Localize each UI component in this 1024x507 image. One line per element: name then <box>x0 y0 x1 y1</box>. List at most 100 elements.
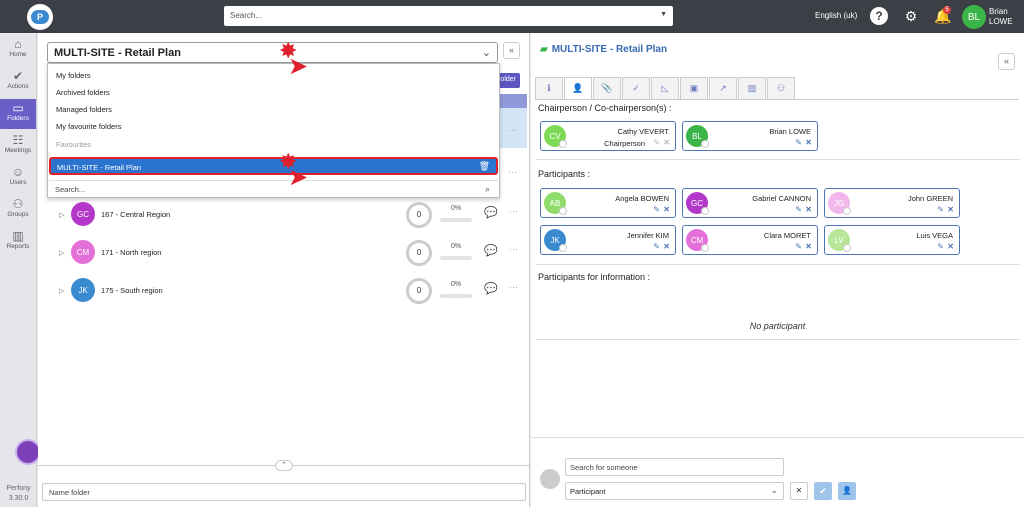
tab-image-icon[interactable]: ▨ <box>738 77 766 99</box>
tab-participants-icon[interactable]: 👤 <box>564 77 592 99</box>
avatar: JK <box>544 229 567 252</box>
search-someone-input[interactable]: Search for someone <box>565 458 784 476</box>
more-icon[interactable]: ⋯ <box>509 282 518 293</box>
participant-name: Angela BOWEN <box>615 194 669 203</box>
help-icon[interactable]: ? <box>870 7 888 25</box>
add-user-button[interactable]: 👤 <box>838 482 856 500</box>
pencil-icon[interactable]: ✎ <box>653 242 660 251</box>
chevron-down-icon[interactable]: ⌄ <box>770 485 778 496</box>
close-icon[interactable]: ✕ <box>947 242 954 251</box>
more-icon[interactable]: ⋯ <box>509 206 518 217</box>
tab-check-icon[interactable]: ✓ <box>622 77 650 99</box>
progress-percent: 0% <box>451 243 462 250</box>
empty-state-text: No participant <box>749 321 806 331</box>
table-header <box>500 94 527 108</box>
chevron-up-icon[interactable]: ⌃ <box>275 460 293 471</box>
pencil-icon[interactable]: ✎ <box>937 205 944 214</box>
menu-item-archived-folders[interactable]: Archived folders <box>56 88 110 97</box>
table-row[interactable]: ▷ CM 171 - North region 0 0% 💬 ⋯ <box>59 240 529 270</box>
dropdown-search-input[interactable]: Search... ⌕ <box>49 180 498 197</box>
comment-icon[interactable]: 💬 <box>484 282 498 295</box>
top-bar: P Search... ▼ English (uk) ? ⚙ 🔔 5 BL Br… <box>0 0 1024 33</box>
role-select[interactable]: Participant ⌄ <box>565 482 784 500</box>
table-row[interactable]: ▷ JK 175 - South region 0 0% 💬 ⋯ <box>59 278 529 308</box>
language-selector[interactable]: English (uk) <box>815 11 857 20</box>
close-icon[interactable]: ✕ <box>805 138 812 147</box>
menu-item-favourite-folders[interactable]: My favourite folders <box>56 122 121 131</box>
more-icon[interactable]: ⋯ <box>509 244 518 255</box>
close-icon: ✕ <box>795 486 803 495</box>
pencil-icon[interactable]: ✎ <box>937 242 944 251</box>
pencil-icon[interactable]: ✎ <box>795 138 802 147</box>
tab-chart-icon[interactable]: ◺ <box>651 77 679 99</box>
expand-icon[interactable]: ▷ <box>59 287 64 295</box>
sidebar-item-label: Reports <box>6 243 30 250</box>
tab-calendar-icon[interactable]: ▣ <box>680 77 708 99</box>
status-dot <box>559 140 567 148</box>
menu-item-my-folders[interactable]: My folders <box>56 71 91 80</box>
participant-card: JG John GREEN ✎ ✕ <box>824 188 960 218</box>
comment-icon[interactable]: 💬 <box>484 206 498 219</box>
chat-bubble-icon[interactable] <box>17 441 39 463</box>
sidebar: ⌂ Home ✔ Actions ▭ Folders ☷ Meetings ☺ Users… <box>0 33 37 507</box>
close-icon[interactable]: ✕ <box>663 242 670 251</box>
sidebar-item-users[interactable]: ☺ Users <box>0 163 36 193</box>
close-icon[interactable]: ✕ <box>947 205 954 214</box>
pencil-icon[interactable]: ✎ <box>653 138 660 147</box>
chevron-down-icon[interactable]: ▼ <box>660 11 667 18</box>
folder-name[interactable]: 175 - South region <box>101 286 163 295</box>
pencil-icon[interactable]: ✎ <box>795 242 802 251</box>
tab-groups-icon[interactable]: ⚇ <box>767 77 795 99</box>
avatar: BL <box>686 125 709 148</box>
participant-name: Clara MORET <box>763 231 811 240</box>
menu-item-selected-folder[interactable]: MULTI-SITE - Retail Plan 🗑 <box>49 157 498 175</box>
app-logo[interactable]: P <box>27 4 53 30</box>
menu-item-managed-folders[interactable]: Managed folders <box>56 105 112 114</box>
footer-divider <box>531 437 1024 438</box>
sidebar-item-label: Meetings <box>4 147 32 154</box>
pencil-icon[interactable]: ✎ <box>795 205 802 214</box>
pencil-icon[interactable]: ✎ <box>653 205 660 214</box>
tab-info-icon[interactable]: ℹ <box>535 77 563 99</box>
close-icon[interactable]: ✕ <box>663 138 670 147</box>
close-icon[interactable]: ✕ <box>663 205 670 214</box>
name-folder-input[interactable]: Name folder <box>42 483 526 501</box>
chevron-down-icon[interactable]: ⌄ <box>482 46 491 59</box>
cancel-button[interactable]: ✕ <box>790 482 808 500</box>
folders-panel: older ⋯ ⋯ MULTI-SITE - Retail Plan ⌄ « M… <box>38 33 530 507</box>
comment-icon[interactable]: 💬 <box>484 244 498 257</box>
status-dot <box>701 140 709 148</box>
confirm-button[interactable]: ✔ <box>814 482 832 500</box>
sidebar-item-meetings[interactable]: ☷ Meetings <box>0 131 36 161</box>
participant-name: Jennifer KIM <box>626 231 669 240</box>
collapse-left-icon[interactable]: « <box>503 42 520 59</box>
tab-trend-icon[interactable]: ↗ <box>709 77 737 99</box>
gear-icon[interactable]: ⚙ <box>902 7 920 25</box>
more-icon[interactable]: ⋯ <box>508 125 517 136</box>
sidebar-item-folders[interactable]: ▭ Folders <box>0 99 36 129</box>
trash-icon[interactable]: 🗑 <box>479 161 490 172</box>
avatar: GC <box>71 202 95 226</box>
user-avatar[interactable]: BL <box>962 5 986 29</box>
expand-icon[interactable]: ▷ <box>59 249 64 257</box>
tab-attachment-icon[interactable]: 📎 <box>593 77 621 99</box>
folder-select[interactable]: MULTI-SITE - Retail Plan ⌄ <box>47 42 498 63</box>
sidebar-item-groups[interactable]: ⚇ Groups <box>0 195 36 225</box>
global-search-input[interactable]: Search... ▼ <box>224 6 673 26</box>
collapse-right-icon[interactable]: « <box>998 53 1015 70</box>
avatar-initials: CM <box>690 235 704 245</box>
user-name[interactable]: Brian LOWE <box>989 7 1013 27</box>
close-icon[interactable]: ✕ <box>805 242 812 251</box>
folder-details-panel: ▰ MULTI-SITE - Retail Plan « ℹ 👤 📎 ✓ ◺ ▣ … <box>531 33 1024 507</box>
expand-icon[interactable]: ▷ <box>59 211 64 219</box>
folder-name[interactable]: 167 - Central Region <box>101 210 170 219</box>
table-row[interactable]: ▷ GC 167 - Central Region 0 0% 💬 ⋯ <box>59 202 529 232</box>
folder-name[interactable]: 171 - North region <box>101 248 161 257</box>
meetings-icon: ☷ <box>12 133 24 147</box>
sidebar-item-reports[interactable]: ▥ Reports <box>0 227 36 257</box>
close-icon[interactable]: ✕ <box>805 205 812 214</box>
sidebar-item-actions[interactable]: ✔ Actions <box>0 67 36 97</box>
notification-badge: 5 <box>943 6 951 14</box>
sidebar-item-home[interactable]: ⌂ Home <box>0 35 36 65</box>
more-icon[interactable]: ⋯ <box>508 167 517 178</box>
